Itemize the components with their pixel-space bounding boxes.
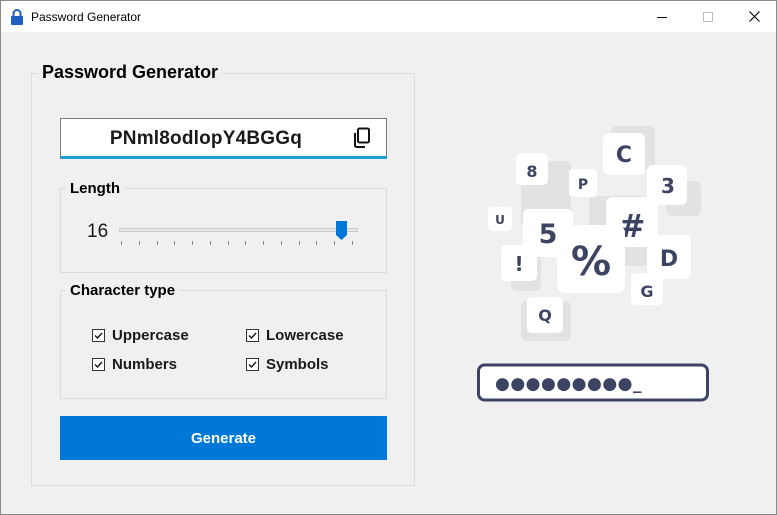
- minimize-button[interactable]: [639, 1, 685, 32]
- length-group-title: Length: [66, 180, 124, 197]
- glyph-8: 8: [526, 162, 537, 181]
- close-icon: [748, 11, 760, 22]
- length-value: 16: [87, 221, 109, 242]
- group-title: Password Generator: [38, 62, 223, 83]
- glyph-g: G: [640, 282, 653, 301]
- glyph-exclamation: !: [514, 252, 523, 276]
- password-field[interactable]: PNml8odlopY4BGGq: [60, 118, 387, 159]
- slider-tick: [138, 241, 140, 245]
- length-slider-track[interactable]: [119, 228, 358, 232]
- lock-icon: [11, 9, 23, 25]
- checkmark-icon: [248, 332, 257, 340]
- numbers-checkbox[interactable]: Numbers: [92, 356, 177, 373]
- numbers-label: Numbers: [112, 356, 178, 373]
- length-slider-thumb[interactable]: [335, 220, 348, 241]
- slider-tick: [156, 241, 158, 245]
- maximize-button[interactable]: [685, 1, 731, 32]
- copy-icon[interactable]: [352, 127, 372, 149]
- slider-tick: [227, 241, 229, 245]
- glyph-p: P: [578, 177, 588, 193]
- glyph-c: C: [616, 143, 632, 168]
- masked-password: ●●●●●●●●●_: [495, 374, 642, 394]
- glyph-q: Q: [538, 306, 552, 325]
- close-button[interactable]: [731, 1, 776, 32]
- glyph-3: 3: [661, 174, 675, 198]
- checkmark-icon: [94, 332, 103, 340]
- symbols-label: Symbols: [266, 356, 329, 373]
- glyph-percent: %: [571, 239, 611, 285]
- glyph-5: 5: [539, 219, 558, 250]
- glyph-d: D: [660, 247, 678, 272]
- slider-tick: [316, 241, 318, 245]
- password-value: PNml8odlopY4BGGq: [109, 128, 303, 149]
- slider-tick: [334, 241, 336, 245]
- checkbox-box[interactable]: [92, 358, 105, 371]
- generate-button[interactable]: Generate: [60, 416, 387, 460]
- maximize-icon: [703, 11, 713, 22]
- slider-tick: [174, 241, 176, 245]
- slider-tick: [192, 241, 194, 245]
- slider-tick: [263, 241, 265, 245]
- checkbox-box[interactable]: [246, 358, 259, 371]
- password-illustration: 8 C P 3 U 5 # % ! D G Q ●●●●●●●●●_: [477, 126, 709, 402]
- slider-tick: [298, 241, 300, 245]
- app-window: Password Generator Password Generator PN…: [0, 0, 777, 515]
- slider-tick: [121, 241, 122, 245]
- slider-tick: [209, 241, 211, 245]
- checkmark-icon: [248, 361, 257, 369]
- glyph-u: U: [495, 213, 505, 227]
- window-title: Password Generator: [31, 10, 142, 24]
- character-type-group: Character type: [60, 282, 387, 399]
- minimize-icon: [657, 16, 667, 18]
- lowercase-checkbox[interactable]: Lowercase: [246, 327, 344, 344]
- symbols-checkbox[interactable]: Symbols: [246, 356, 329, 373]
- slider-tick: [245, 241, 247, 245]
- slider-tick: [352, 241, 353, 245]
- slider-tick: [280, 241, 282, 245]
- lowercase-label: Lowercase: [266, 327, 344, 344]
- title-bar[interactable]: Password Generator: [1, 1, 776, 32]
- checkbox-box[interactable]: [246, 329, 259, 342]
- uppercase-label: Uppercase: [112, 327, 189, 344]
- checkmark-icon: [94, 361, 103, 369]
- character-type-group-title: Character type: [66, 282, 180, 299]
- uppercase-checkbox[interactable]: Uppercase: [92, 327, 189, 344]
- checkbox-box[interactable]: [92, 329, 105, 342]
